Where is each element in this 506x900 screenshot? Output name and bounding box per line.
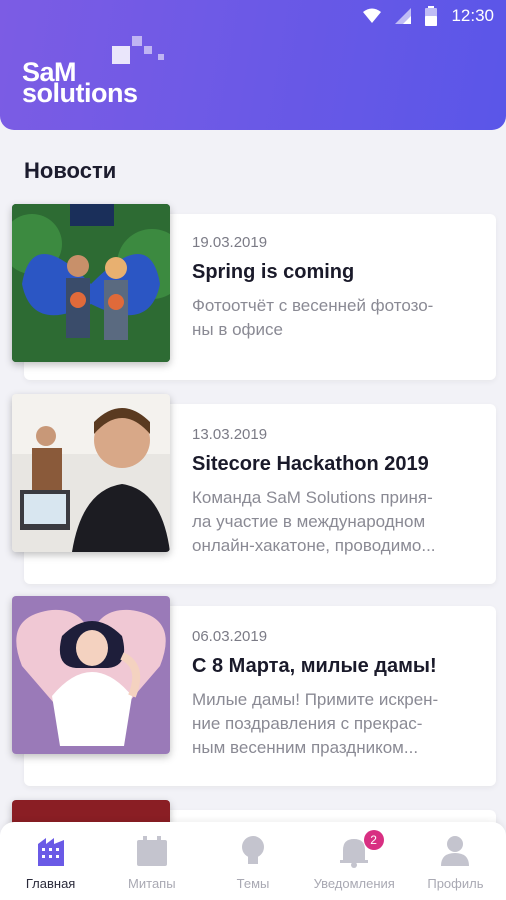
bottom-navigation: Главная Митапы Темы 2 Уведомления Профил… <box>0 822 506 900</box>
nav-label-meetups: Митапы <box>128 876 176 891</box>
logo-line2: solutions <box>22 78 138 108</box>
news-date: 19.03.2019 <box>192 234 268 251</box>
news-thumbnail[interactable] <box>12 204 170 362</box>
news-description: Фотоотчёт с весенней фотозо- ны в офисе <box>192 296 434 339</box>
news-photo-image <box>12 204 170 362</box>
signal-icon <box>395 8 412 24</box>
section-title: Новости <box>24 158 117 183</box>
app-header: 12:30 SaM solutions <box>0 0 506 130</box>
nav-label-notifications: Уведомления <box>313 876 395 891</box>
sam-solutions-logo: SaM solutions <box>22 36 192 114</box>
nav-label-home: Главная <box>25 876 76 891</box>
nav-item-notifications[interactable]: 2 Уведомления <box>304 822 405 900</box>
news-thumbnail[interactable] <box>12 394 170 552</box>
nav-label-profile: Профиль <box>427 876 484 891</box>
news-date: 06.03.2019 <box>192 628 268 645</box>
nav-item-meetups[interactable]: Митапы <box>101 822 202 900</box>
news-thumbnail[interactable] <box>12 596 170 754</box>
news-description: Милые дамы! Примите искрен- ние поздравл… <box>192 690 439 757</box>
nav-item-topics[interactable]: Темы <box>202 822 303 900</box>
person-icon <box>441 836 470 866</box>
news-illustration-image <box>12 596 170 754</box>
wifi-icon <box>363 8 382 23</box>
news-description: Команда SaM Solutions приня- ла участие … <box>192 488 436 555</box>
news-title: Sitecore Hackathon 2019 <box>192 453 429 475</box>
news-date: 13.03.2019 <box>192 426 268 443</box>
news-title: С 8 Марта, милые дамы! <box>192 655 437 677</box>
calendar-icon <box>136 836 167 866</box>
building-icon <box>37 838 64 866</box>
status-bar: 12:30 <box>0 0 506 34</box>
status-time: 12:30 <box>451 6 494 25</box>
news-title: Spring is coming <box>192 261 355 283</box>
nav-item-profile[interactable]: Профиль <box>405 822 506 900</box>
lightbulb-icon <box>242 836 264 864</box>
notification-badge: 2 <box>363 830 384 850</box>
nav-item-home[interactable]: Главная <box>0 822 101 900</box>
battery-icon <box>425 6 438 26</box>
news-photo-image <box>12 394 170 552</box>
nav-label-topics: Темы <box>236 876 270 891</box>
